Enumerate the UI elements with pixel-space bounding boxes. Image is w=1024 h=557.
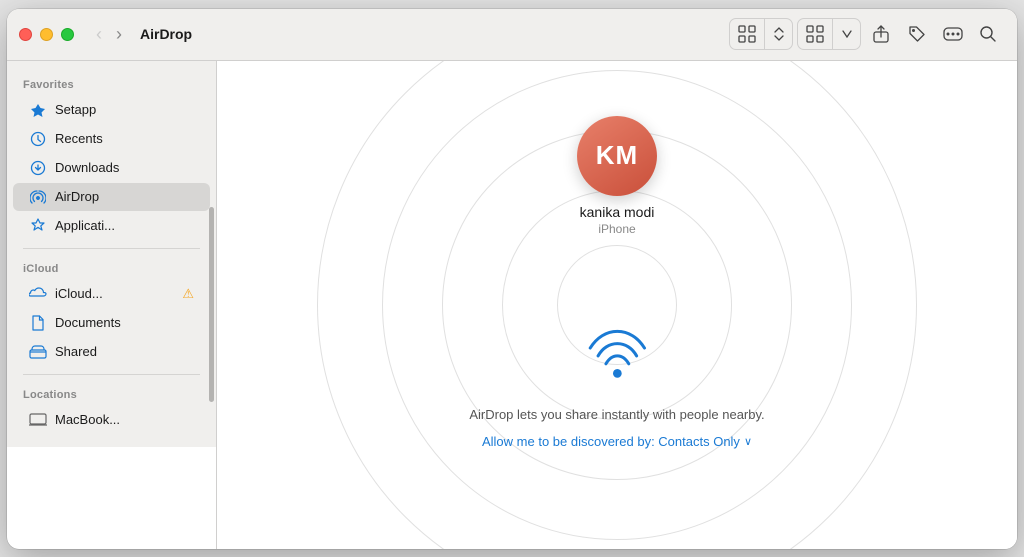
applications-icon: [29, 217, 47, 235]
icloud-icon: [29, 285, 47, 303]
toolbar: ‹ › AirDrop: [7, 9, 1017, 61]
list-view-icon: [806, 25, 824, 43]
sidebar-item-icloud[interactable]: iCloud... ⚠: [13, 280, 210, 308]
sidebar-item-macbook[interactable]: MacBook...: [13, 406, 210, 434]
sidebar: Favorites Setapp: [7, 61, 217, 549]
chevron-up-down-icon: [774, 27, 784, 41]
airdrop-main-icon: [577, 315, 657, 395]
finder-window: ‹ › AirDrop: [7, 9, 1017, 549]
sidebar-item-downloads[interactable]: Downloads: [13, 154, 210, 182]
traffic-lights: [19, 28, 74, 41]
tag-button[interactable]: [899, 18, 935, 50]
sidebar-scrollbar[interactable]: [209, 207, 214, 402]
sidebar-item-recents[interactable]: Recents: [13, 125, 210, 153]
icloud-label: iCloud...: [55, 286, 103, 301]
discovery-settings-link[interactable]: Allow me to be discovered by: Contacts O…: [482, 434, 752, 449]
view-toggle-group: [729, 18, 793, 50]
discovery-label: Allow me to be discovered by: Contacts O…: [482, 434, 740, 449]
navigation-buttons: ‹ ›: [90, 21, 128, 47]
view-options-button[interactable]: [766, 21, 792, 47]
device-section: KM kanika modi iPhone: [577, 116, 657, 236]
macbook-label: MacBook...: [55, 412, 120, 427]
divider-1: [23, 248, 200, 249]
list-view-button[interactable]: [798, 19, 833, 49]
airdrop-sidebar-icon: [29, 188, 47, 206]
recents-label: Recents: [55, 131, 103, 146]
more-button[interactable]: [935, 18, 971, 50]
chevron-down-icon: [842, 30, 852, 38]
applications-label: Applicati...: [55, 218, 115, 233]
maximize-button[interactable]: [61, 28, 74, 41]
minimize-button[interactable]: [40, 28, 53, 41]
close-button[interactable]: [19, 28, 32, 41]
documents-icon: [29, 314, 47, 332]
airdrop-description: AirDrop lets you share instantly with pe…: [469, 407, 764, 422]
share-button[interactable]: [863, 18, 899, 50]
tag-icon: [907, 24, 927, 44]
device-avatar: KM: [577, 116, 657, 196]
grid-icon: [738, 25, 756, 43]
sidebar-item-applications[interactable]: Applicati...: [13, 212, 210, 240]
sidebar-item-documents[interactable]: Documents: [13, 309, 210, 337]
sidebar-item-airdrop[interactable]: AirDrop: [13, 183, 210, 211]
discovery-chevron-icon: ∨: [744, 435, 752, 448]
search-button[interactable]: [971, 19, 1005, 49]
recents-icon: [29, 130, 47, 148]
favorites-section-label: Favorites: [7, 73, 216, 95]
ellipsis-icon: [943, 24, 963, 44]
airdrop-wifi-icon: [582, 320, 652, 390]
content-area: Favorites Setapp: [7, 61, 1017, 549]
view-mode-group: [797, 18, 861, 50]
macbook-icon: [29, 411, 47, 429]
forward-button[interactable]: ›: [110, 21, 128, 47]
sidebar-item-setapp[interactable]: Setapp: [13, 96, 210, 124]
shared-icon: [29, 343, 47, 361]
device-initials: KM: [596, 140, 638, 171]
sidebar-scroll: Favorites Setapp: [7, 61, 217, 447]
toolbar-title: AirDrop: [140, 26, 192, 42]
divider-2: [23, 374, 200, 375]
view-options-chevron-button[interactable]: [834, 24, 860, 44]
content-container: KM kanika modi iPhone: [217, 61, 1017, 549]
back-button[interactable]: ‹: [90, 21, 108, 47]
search-icon: [979, 25, 997, 43]
icloud-section-label: iCloud: [7, 257, 216, 279]
airdrop-section: AirDrop lets you share instantly with pe…: [469, 315, 764, 449]
sidebar-item-shared[interactable]: Shared: [13, 338, 210, 366]
locations-section-label: Locations: [7, 383, 216, 405]
icloud-warning-icon: ⚠: [182, 286, 194, 302]
setapp-label: Setapp: [55, 102, 96, 117]
main-panel: KM kanika modi iPhone: [217, 61, 1017, 549]
setapp-icon: [29, 101, 47, 119]
device-name: kanika modi: [580, 204, 655, 220]
shared-label: Shared: [55, 344, 97, 359]
downloads-icon: [29, 159, 47, 177]
device-type: iPhone: [598, 222, 635, 236]
icon-view-button[interactable]: [730, 19, 765, 49]
share-icon: [871, 24, 891, 44]
airdrop-sidebar-label: AirDrop: [55, 189, 99, 204]
documents-label: Documents: [55, 315, 121, 330]
downloads-label: Downloads: [55, 160, 119, 175]
